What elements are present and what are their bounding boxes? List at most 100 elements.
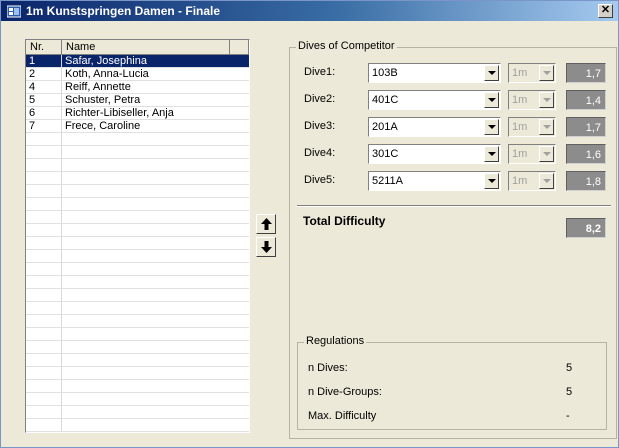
table-row[interactable]: 5 Schuster, Petra — [26, 94, 249, 107]
table-row[interactable]: 2 Koth, Anna-Lucia — [26, 68, 249, 81]
table-row[interactable]: 7 Frece, Caroline — [26, 120, 249, 133]
empty-table-row[interactable] — [26, 393, 249, 406]
empty-table-row[interactable] — [26, 276, 249, 289]
row-name: Frece, Caroline — [65, 120, 141, 132]
row-number — [26, 198, 62, 210]
row-number — [26, 289, 62, 301]
regulation-label: Max. Difficulty — [308, 410, 377, 422]
empty-table-row[interactable] — [26, 133, 249, 146]
dive-code-select[interactable]: 5211A — [368, 171, 501, 191]
empty-table-row[interactable] — [26, 328, 249, 341]
row-number: 6 — [26, 107, 62, 119]
row-name — [62, 406, 231, 418]
row-name — [62, 328, 231, 340]
empty-table-row[interactable] — [26, 315, 249, 328]
row-name — [62, 237, 231, 249]
dive-height-select: 1m — [508, 144, 556, 164]
dive-height-value: 1m — [512, 121, 528, 133]
dive-code-value: 201A — [372, 121, 398, 133]
chevron-down-icon[interactable] — [484, 65, 499, 81]
empty-table-row[interactable] — [26, 380, 249, 393]
column-header-nr[interactable]: Nr. — [26, 40, 62, 55]
dive-difficulty: 1,4 — [566, 90, 606, 110]
row-number — [26, 406, 62, 418]
row-number — [26, 328, 62, 340]
table-row[interactable]: 6 Richter-Libiseller, Anja — [26, 107, 249, 120]
row-number — [26, 159, 62, 171]
empty-table-row[interactable] — [26, 198, 249, 211]
chevron-down-icon[interactable] — [484, 146, 499, 162]
dive-code-select[interactable]: 103B — [368, 63, 501, 83]
row-number — [26, 263, 62, 275]
move-up-button[interactable] — [256, 214, 276, 234]
dive-height-value: 1m — [512, 94, 528, 106]
empty-table-row[interactable] — [26, 250, 249, 263]
regulation-value: 5 — [566, 362, 573, 374]
row-name: Safar, Josephina — [65, 55, 147, 67]
empty-table-row[interactable] — [26, 237, 249, 250]
empty-table-row[interactable] — [26, 354, 249, 367]
column-header-filler — [230, 40, 249, 55]
table-row[interactable]: 4 Reiff, Annette — [26, 81, 249, 94]
row-number — [26, 380, 62, 392]
title-bar[interactable]: 1m Kunstspringen Damen - Finale ✕ — [1, 1, 618, 21]
total-difficulty-label: Total Difficulty — [303, 214, 386, 228]
chevron-down-icon[interactable] — [484, 92, 499, 108]
dive-label: Dive4: — [304, 147, 336, 159]
empty-table-row[interactable] — [26, 211, 249, 224]
row-name: Schuster, Petra — [65, 94, 141, 106]
empty-table-row[interactable] — [26, 159, 249, 172]
dive-code-select[interactable]: 401C — [368, 90, 501, 110]
dive-height-select: 1m — [508, 90, 556, 110]
row-name — [62, 419, 231, 431]
row-number — [26, 276, 62, 288]
empty-table-row[interactable] — [26, 367, 249, 380]
dive-label: Dive5: — [304, 174, 336, 186]
regulation-label: n Dive-Groups: — [308, 386, 382, 398]
chevron-down-icon[interactable] — [484, 119, 499, 135]
empty-table-row[interactable] — [26, 419, 249, 432]
chevron-down-icon — [539, 92, 554, 108]
competitor-table[interactable]: Nr. Name 1 Safar, Josephina 2 Koth, Anna-Lu… — [25, 39, 250, 433]
chevron-down-icon[interactable] — [484, 173, 499, 189]
dive-label: Dive1: — [304, 66, 336, 78]
row-name — [62, 289, 231, 301]
row-name — [62, 172, 231, 184]
empty-table-row[interactable] — [26, 172, 249, 185]
row-number — [26, 302, 62, 314]
row-number: 4 — [26, 81, 62, 93]
dive-label: Dive2: — [304, 93, 336, 105]
row-number — [26, 250, 62, 262]
empty-table-row[interactable] — [26, 146, 249, 159]
empty-table-row[interactable] — [26, 289, 249, 302]
close-button[interactable]: ✕ — [598, 4, 613, 18]
empty-table-row[interactable] — [26, 406, 249, 419]
dive-height-value: 1m — [512, 148, 528, 160]
column-header-name[interactable]: Name — [62, 40, 230, 55]
empty-table-row[interactable] — [26, 185, 249, 198]
row-number — [26, 315, 62, 327]
empty-table-row[interactable] — [26, 341, 249, 354]
row-name — [62, 315, 231, 327]
dive-height-select: 1m — [508, 171, 556, 191]
row-name — [62, 367, 231, 379]
dives-group-title: Dives of Competitor — [296, 40, 397, 52]
row-number — [26, 237, 62, 249]
row-name — [62, 263, 231, 275]
dive-code-value: 301C — [372, 148, 399, 160]
empty-table-row[interactable] — [26, 263, 249, 276]
dive-height-select: 1m — [508, 63, 556, 83]
arrow-down-icon — [261, 241, 272, 253]
empty-table-row[interactable] — [26, 224, 249, 237]
table-row[interactable]: 1 Safar, Josephina — [26, 55, 249, 68]
chevron-down-icon — [539, 146, 554, 162]
dive-code-select[interactable]: 201A — [368, 117, 501, 137]
dive-height-value: 1m — [512, 175, 528, 187]
dive-code-select[interactable]: 301C — [368, 144, 501, 164]
row-name: Reiff, Annette — [65, 81, 131, 93]
app-icon — [7, 5, 21, 18]
move-down-button[interactable] — [256, 237, 276, 257]
empty-table-row[interactable] — [26, 302, 249, 315]
close-icon: ✕ — [600, 4, 611, 16]
dive-height-value: 1m — [512, 67, 528, 79]
